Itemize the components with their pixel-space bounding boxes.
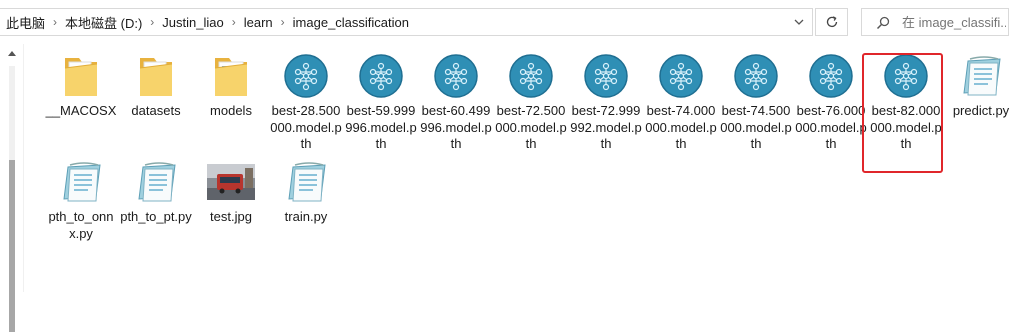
file-name: best-59.999996.model.pth <box>345 103 417 151</box>
pytorch-model-icon <box>507 52 555 100</box>
file-item[interactable]: __MACOSX <box>44 52 118 120</box>
file-item[interactable]: best-72.500000.model.pth <box>494 52 568 153</box>
chevron-down-icon[interactable] <box>792 15 806 29</box>
scroll-up-icon[interactable] <box>8 50 16 56</box>
file-name: __MACOSX <box>45 103 117 118</box>
pytorch-model-icon <box>282 52 330 100</box>
file-name: pth_to_onnx.py <box>48 209 114 241</box>
file-name: datasets <box>131 103 181 118</box>
breadcrumb-justin-liao[interactable]: Justin_liao <box>158 15 227 30</box>
pytorch-model-icon <box>357 52 405 100</box>
file-item[interactable]: best-72.999992.model.pth <box>569 52 643 153</box>
pytorch-model-icon <box>582 52 630 100</box>
python-script-icon <box>57 158 105 206</box>
scrollbar-track[interactable] <box>9 66 15 160</box>
breadcrumb-local-disk[interactable]: 本地磁盘 (D:) <box>61 13 146 32</box>
file-name: best-76.000000.model.pth <box>795 103 867 151</box>
folder-icon <box>132 52 180 100</box>
breadcrumb: 此电脑 › 本地磁盘 (D:) › Justin_liao › learn › … <box>2 9 413 35</box>
file-item[interactable]: best-59.999996.model.pth <box>344 52 418 153</box>
pytorch-model-icon <box>807 52 855 100</box>
breadcrumb-separator-icon[interactable]: › <box>146 15 158 29</box>
file-name: best-60.499996.model.pth <box>420 103 492 151</box>
file-item[interactable]: best-76.000000.model.pth <box>794 52 868 153</box>
file-item[interactable]: train.py <box>269 158 343 226</box>
address-bar[interactable]: 此电脑 › 本地磁盘 (D:) › Justin_liao › learn › … <box>0 8 813 36</box>
breadcrumb-learn[interactable]: learn <box>240 15 277 30</box>
breadcrumb-image-classification[interactable]: image_classification <box>289 15 413 30</box>
search-box[interactable] <box>861 8 1009 36</box>
breadcrumb-this-pc[interactable]: 此电脑 <box>2 13 49 32</box>
python-script-icon <box>957 52 1005 100</box>
file-item[interactable]: best-74.500000.model.pth <box>719 52 793 153</box>
file-name: pth_to_pt.py <box>120 209 192 224</box>
address-bar-row: 此电脑 › 本地磁盘 (D:) › Justin_liao › learn › … <box>0 0 1021 44</box>
breadcrumb-separator-icon[interactable]: › <box>277 15 289 29</box>
search-icon <box>876 16 890 30</box>
folder-icon <box>207 52 255 100</box>
file-item[interactable]: pth_to_onnx.py <box>44 158 118 242</box>
pytorch-model-icon <box>732 52 780 100</box>
python-script-icon <box>132 158 180 206</box>
breadcrumb-separator-icon[interactable]: › <box>228 15 240 29</box>
search-input[interactable] <box>902 12 1006 32</box>
refresh-button[interactable] <box>815 8 848 36</box>
file-item[interactable]: pth_to_pt.py <box>119 158 193 226</box>
file-item[interactable]: predict.py <box>944 52 1018 120</box>
image-thumbnail-icon <box>207 158 255 206</box>
scrollbar-thumb[interactable] <box>9 160 15 332</box>
file-name: best-74.000000.model.pth <box>645 103 717 151</box>
file-name: best-28.500000.model.pth <box>270 103 342 151</box>
folder-icon <box>57 52 105 100</box>
file-name: best-72.500000.model.pth <box>495 103 567 151</box>
file-item[interactable]: datasets <box>119 52 193 120</box>
refresh-icon <box>826 16 838 28</box>
file-item[interactable]: best-28.500000.model.pth <box>269 52 343 153</box>
file-name: best-72.999992.model.pth <box>570 103 642 151</box>
file-item[interactable]: best-74.000000.model.pth <box>644 52 718 153</box>
file-name: train.py <box>284 209 328 224</box>
vertical-scrollbar[interactable] <box>0 44 24 332</box>
file-name: best-74.500000.model.pth <box>720 103 792 151</box>
file-item[interactable]: test.jpg <box>194 158 268 226</box>
file-name: test.jpg <box>210 209 252 224</box>
highlight-box <box>862 53 943 173</box>
file-name: predict.py <box>952 103 1010 118</box>
pane-divider <box>23 44 24 292</box>
file-item[interactable]: best-60.499996.model.pth <box>419 52 493 153</box>
breadcrumb-separator-icon[interactable]: › <box>49 15 61 29</box>
file-item[interactable]: models <box>194 52 268 120</box>
python-script-icon <box>282 158 330 206</box>
file-name: models <box>210 103 252 118</box>
pytorch-model-icon <box>657 52 705 100</box>
pytorch-model-icon <box>432 52 480 100</box>
